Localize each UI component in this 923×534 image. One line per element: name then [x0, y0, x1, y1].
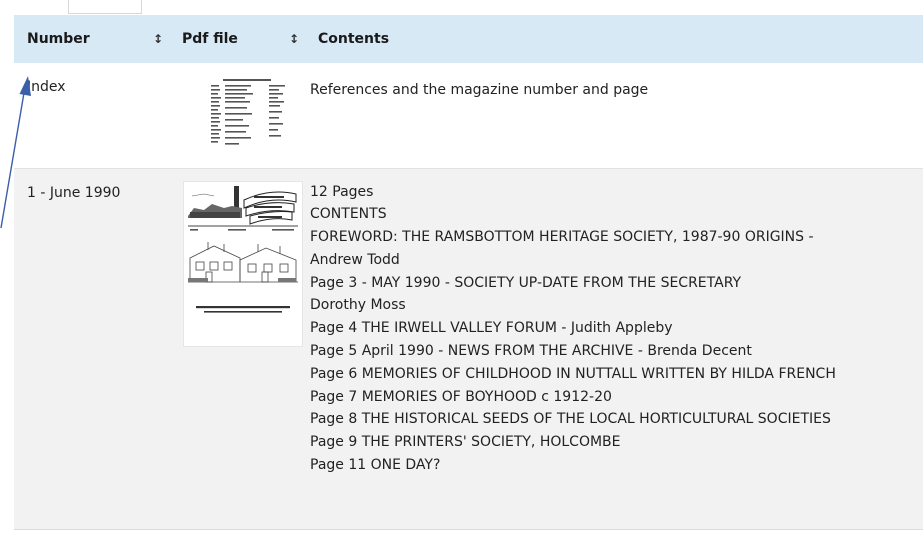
contents-line: Andrew Todd [310, 251, 400, 268]
sort-icon[interactable]: ↕ [153, 33, 163, 45]
contents-line: Dorothy Moss [310, 297, 406, 314]
header-contents: Contents [305, 15, 923, 63]
table-row: Index References and the magazine number… [14, 63, 923, 168]
contents-line: Page 3 - MAY 1990 - SOCIETY UP-DATE FROM… [310, 274, 742, 291]
header-pdf-file[interactable]: Pdf file ↕ [169, 15, 305, 63]
header-number[interactable]: Number ↕ [14, 15, 169, 63]
contents-line: CONTENTS [310, 206, 387, 223]
row-number: 1 - June 1990 [27, 184, 121, 201]
contents-line: Page 4 THE IRWELL VALLEY FORUM - Judith … [310, 320, 673, 337]
row-pdf-cell [169, 63, 305, 168]
table-header-row: Number ↕ Pdf file ↕ Contents [14, 15, 923, 63]
sort-icon[interactable]: ↕ [289, 33, 299, 45]
header-contents-label: Contents [318, 31, 390, 47]
contents-line: Page 9 THE PRINTERS' SOCIETY, HOLCOMBE [310, 434, 621, 451]
newsletter-cover-thumbnail-icon[interactable] [183, 180, 303, 347]
top-tab-edge [68, 0, 142, 14]
header-pdf-file-label: Pdf file [182, 31, 238, 47]
contents-line: FOREWORD: THE RAMSBOTTOM HERITAGE SOCIET… [310, 229, 814, 246]
row-contents: References and the magazine number and p… [305, 63, 923, 168]
header-number-label: Number [27, 31, 90, 47]
contents-line: 12 Pages [310, 183, 374, 200]
contents-line: Page 7 MEMORIES OF BOYHOOD c 1912-20 [310, 388, 612, 405]
contents-line: Page 8 THE HISTORICAL SEEDS OF THE LOCAL… [310, 411, 831, 428]
contents-line: References and the magazine number and p… [310, 82, 649, 98]
contents-line: Page 11 ONE DAY? [310, 457, 441, 474]
contents-line: Page 5 April 1990 - NEWS FROM THE ARCHIV… [310, 343, 752, 360]
row-contents: 12 Pages CONTENTS FOREWORD: THE RAMSBOTT… [305, 168, 923, 529]
row-number: Index [27, 79, 66, 95]
contents-line: Page 6 MEMORIES OF CHILDHOOD IN NUTTALL … [310, 365, 836, 382]
table-row: 1 - June 1990 12 Pages CONTENTS FOREWORD… [14, 168, 923, 529]
magazine-table: Number ↕ Pdf file ↕ Contents Index Refer… [14, 15, 923, 530]
index-document-thumbnail-icon[interactable] [207, 75, 291, 151]
row-pdf-cell [169, 168, 305, 529]
